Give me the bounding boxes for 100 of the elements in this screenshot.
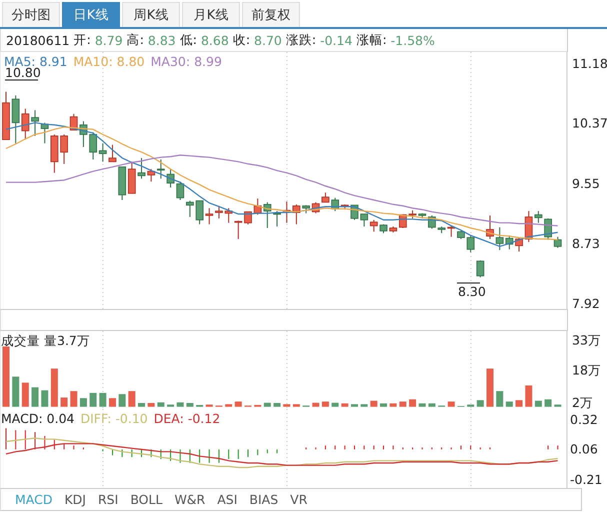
volume-value: 量3.7万: [44, 333, 90, 350]
indicator-tab[interactable]: W&R: [174, 492, 206, 507]
candlestick: [292, 204, 300, 225]
volume-bar: [196, 404, 204, 407]
candlestick: [466, 236, 475, 253]
candlestick: [418, 212, 426, 219]
candlestick: [302, 204, 310, 214]
volume-bar: [544, 399, 552, 407]
volume-bar: [467, 404, 474, 407]
volume-bar: [283, 404, 290, 407]
volume-bar: [118, 394, 126, 407]
candlestick: [80, 120, 88, 148]
volume-bar: [60, 398, 68, 407]
macd-axis-label: -0.21: [570, 472, 602, 487]
volume-bar: [138, 402, 146, 407]
volume-bar: [322, 402, 329, 407]
indicator-tab[interactable]: BOLL: [130, 492, 162, 507]
volume-bar: [206, 404, 213, 407]
volume-bar: [254, 404, 262, 407]
volume-bar: [534, 400, 542, 407]
candlestick: [128, 161, 136, 194]
quote-label: 低:: [180, 32, 197, 48]
candlestick: [176, 181, 184, 201]
volume-bar: [428, 403, 436, 407]
volume-bar: [409, 399, 416, 407]
volume-bar: [380, 403, 388, 407]
legend-label: MACD: 0.04: [1, 411, 74, 426]
volume-bar: [332, 402, 339, 407]
quote-label: 涨跌:: [286, 32, 316, 48]
volume-bar: [128, 391, 136, 407]
indicator-tab[interactable]: KDJ: [64, 492, 86, 507]
quote-date: 20180611: [6, 32, 70, 48]
volume-bar: [2, 346, 10, 407]
volume-bar: [274, 402, 281, 407]
volume-bar: [80, 398, 87, 407]
volume-bar: [22, 382, 29, 407]
volume-bar: [186, 402, 194, 407]
indicator-tab[interactable]: BIAS: [249, 492, 278, 507]
chart-tab[interactable]: 日K线: [62, 2, 120, 27]
indicator-tab[interactable]: VR: [290, 492, 308, 507]
candlestick: [186, 200, 194, 218]
candlestick: [370, 219, 378, 232]
quote-value: 8.70: [254, 32, 282, 48]
volume-bar: [341, 403, 348, 407]
candlestick: [554, 236, 562, 248]
quote-label: 收:: [232, 32, 250, 48]
volume-bar: [496, 391, 504, 407]
candlestick: [273, 210, 281, 228]
volume-bar: [176, 402, 184, 407]
candlestick: [205, 208, 214, 225]
candlestick: [234, 220, 242, 240]
price-axis-label: 9.55: [572, 176, 600, 191]
candlestick: [486, 214, 494, 240]
volume-bar: [360, 404, 368, 407]
volume-bar: [264, 402, 271, 407]
indicator-tab[interactable]: RSI: [98, 492, 118, 507]
candlestick: [282, 200, 291, 224]
chart-tab[interactable]: 周K线: [122, 2, 180, 27]
candlestick: [312, 202, 320, 214]
price-axis-label: 10.37: [572, 115, 607, 130]
chart-tab[interactable]: 前复权: [242, 2, 300, 27]
candlestick: [534, 210, 542, 224]
price-axis-label: 11.18: [572, 56, 607, 71]
volume-title: 成交量: [1, 333, 40, 350]
volume-axis-label: 33万: [572, 332, 601, 348]
candlestick: [244, 211, 252, 225]
volume-bar: [50, 368, 58, 407]
volume-bar: [506, 402, 513, 407]
legend-label: MA30: 8.99: [150, 54, 222, 69]
candlestick: [224, 208, 233, 224]
candlestick: [515, 237, 523, 252]
volume-bar: [418, 403, 426, 407]
chart-tab[interactable]: 分时图: [2, 2, 60, 27]
volume-bar: [390, 403, 397, 407]
candlestick: [2, 91, 10, 140]
volume-bar: [370, 400, 378, 407]
volume-axis-label: 18万: [572, 362, 601, 378]
volume-bar: [108, 398, 116, 407]
volume-bar: [148, 402, 155, 407]
legend-label: DEA: -0.12: [154, 411, 220, 426]
chart-tab[interactable]: 月K线: [182, 2, 240, 27]
candlestick: [476, 260, 484, 278]
candlestick: [408, 210, 416, 219]
quote-label: 开:: [74, 32, 91, 48]
legend-label: DIFF: -0.10: [80, 411, 148, 426]
candlestick: [118, 166, 126, 201]
indicator-tab[interactable]: ASI: [217, 492, 238, 507]
candlestick: [108, 144, 116, 162]
volume-bar: [312, 402, 320, 407]
volume-bar: [234, 402, 242, 407]
volume-bar: [99, 392, 106, 407]
volume-bar: [525, 385, 532, 407]
quote-label: 高:: [126, 32, 144, 48]
candlestick: [166, 168, 174, 188]
volume-bar: [157, 402, 164, 407]
volume-bar: [70, 391, 78, 407]
candlestick: [322, 192, 330, 203]
quote-value: 8.68: [200, 32, 229, 48]
candlestick: [60, 134, 68, 164]
volume-bar: [12, 376, 20, 407]
